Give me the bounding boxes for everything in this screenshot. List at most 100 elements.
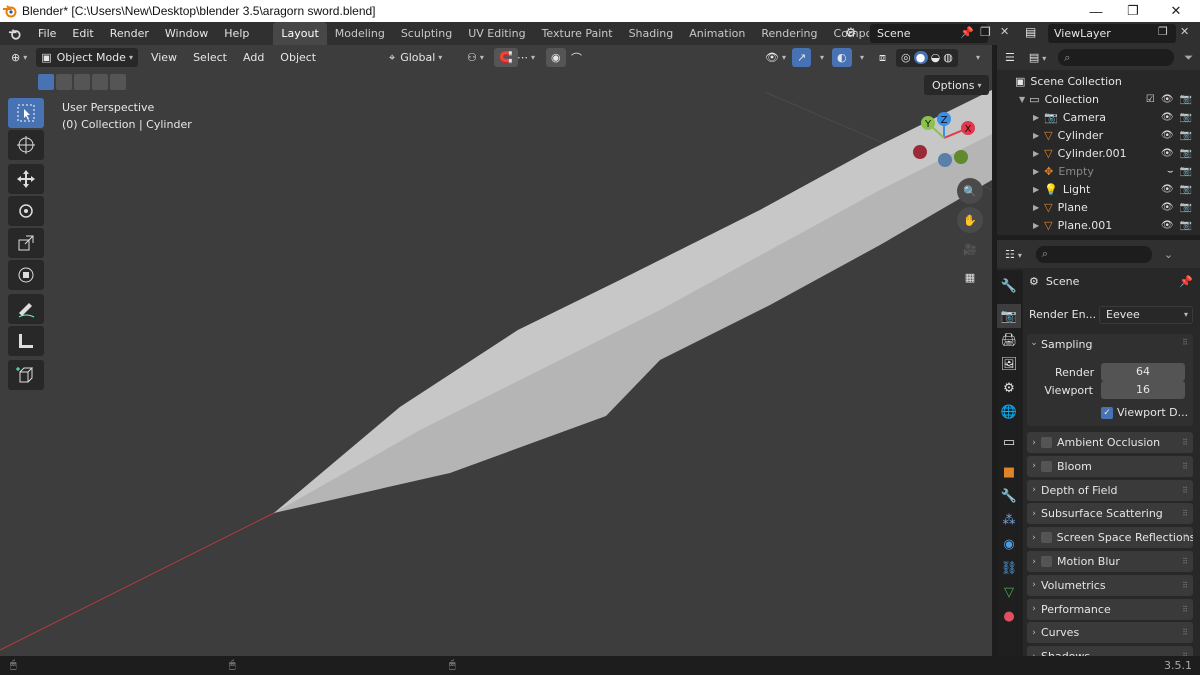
scene-icon[interactable]: ⚙ — [845, 26, 857, 41]
camera-render-icon[interactable]: 📷 — [1180, 148, 1192, 159]
world-tab-icon[interactable]: 🌐 — [997, 400, 1021, 424]
drag-handle-icon[interactable]: ⠿ — [1182, 557, 1188, 566]
eye-icon[interactable]: ⌣ — [1167, 166, 1174, 177]
view-layer-selector[interactable]: ViewLayer — [1048, 24, 1176, 43]
camera-render-icon[interactable]: 📷 — [1180, 202, 1192, 213]
menu-help[interactable]: Help — [216, 22, 257, 45]
expand-arrow-icon[interactable]: ▶ — [1033, 221, 1039, 230]
display-mode-icon[interactable]: ▤ ▾ — [1029, 51, 1046, 64]
menu-render[interactable]: Render — [102, 22, 157, 45]
camera-render-icon[interactable]: 📷 — [1180, 130, 1192, 141]
collapse-chevron-icon[interactable]: › — [1027, 438, 1041, 448]
drag-handle-icon[interactable]: ⠿ — [1182, 533, 1188, 542]
collection-row[interactable]: ▼ ▭ Collection ☑ 👁 📷 — [997, 90, 1200, 108]
tab-animation[interactable]: Animation — [681, 22, 753, 45]
editor-type-icon[interactable]: ⊕ ▾ — [6, 48, 32, 67]
eye-icon[interactable]: 👁 — [1161, 184, 1174, 195]
tab-uv-editing[interactable]: UV Editing — [460, 22, 533, 45]
camera-render-icon[interactable]: 📷 — [1180, 220, 1192, 231]
view-layer-icon[interactable]: ▤ — [1025, 25, 1036, 39]
options-dropdown[interactable]: Options ▾ — [924, 75, 990, 95]
menu-file[interactable]: File — [30, 22, 64, 45]
particles-tab-icon[interactable]: ⁂ — [997, 508, 1021, 532]
drag-handle-icon[interactable]: ⠿ — [1182, 581, 1188, 590]
collection-tab-icon[interactable]: ▭ — [997, 430, 1021, 454]
tab-rendering[interactable]: Rendering — [753, 22, 825, 45]
material-tab-icon[interactable]: ● — [997, 604, 1021, 628]
collapse-chevron-icon[interactable]: › — [1027, 557, 1041, 567]
outliner-item[interactable]: ▶ ▽ Plane 👁 📷 — [997, 198, 1200, 216]
select-invert-icon[interactable] — [92, 74, 108, 90]
drag-handle-icon[interactable]: ⠿ — [1182, 438, 1188, 447]
eye-icon[interactable]: 👁 — [1161, 202, 1174, 213]
render-panel-header[interactable]: › Depth of Field ⠿ — [1027, 479, 1193, 501]
expand-arrow-icon[interactable]: ▶ — [1033, 149, 1039, 158]
eye-icon[interactable]: 👁 — [1161, 130, 1174, 141]
exclude-checkbox-icon[interactable]: ☑ — [1146, 94, 1155, 105]
remove-scene-icon[interactable]: ✕ — [1000, 25, 1009, 38]
collapse-chevron-icon[interactable]: › — [1027, 509, 1041, 519]
select-extend-icon[interactable] — [56, 74, 72, 90]
overlays-toggle-icon[interactable]: ◐ — [832, 48, 852, 67]
object-menu[interactable]: Object — [275, 48, 321, 67]
select-menu[interactable]: Select — [188, 48, 232, 67]
drag-handle-icon[interactable]: ⠿ — [1182, 605, 1188, 614]
wireframe-shading-icon[interactable]: ◎ — [901, 51, 911, 64]
panel-enable-checkbox[interactable] — [1041, 460, 1052, 472]
view-layer-tab-icon[interactable]: 🖼 — [997, 352, 1021, 376]
select-new-icon[interactable] — [38, 74, 54, 90]
outliner-editor-icon[interactable]: ☰ — [1005, 51, 1015, 64]
transform-tool[interactable] — [8, 260, 44, 290]
panel-enable-checkbox[interactable] — [1040, 532, 1052, 544]
camera-render-icon[interactable]: 📷 — [1180, 112, 1192, 123]
collapse-chevron-icon[interactable]: › — [1027, 461, 1041, 471]
expand-arrow-icon[interactable]: ▶ — [1033, 203, 1039, 212]
tab-layout[interactable]: Layout — [273, 22, 327, 45]
eye-icon[interactable]: 👁 — [1161, 220, 1174, 231]
tab-shading[interactable]: Shading — [621, 22, 682, 45]
select-subtract-icon[interactable] — [74, 74, 90, 90]
constraints-tab-icon[interactable]: ⛓ — [997, 556, 1021, 580]
collapse-chevron-icon[interactable]: › — [1027, 533, 1041, 543]
proportional-editing-icon[interactable]: ◉ — [546, 48, 566, 67]
pivot-icon[interactable]: ⚇ ▾ — [462, 48, 489, 67]
add-menu[interactable]: Add — [238, 48, 269, 67]
expand-arrow-icon[interactable]: ▶ — [1033, 131, 1039, 140]
close-button[interactable]: ✕ — [1156, 0, 1196, 22]
viewport-denoise-checkbox[interactable]: ✓ Viewport D... — [1101, 406, 1188, 419]
annotate-tool[interactable] — [8, 294, 44, 324]
sampling-expand-chevron-icon[interactable]: ⌄ — [1027, 338, 1041, 348]
collapse-chevron-icon[interactable]: › — [1027, 604, 1041, 614]
camera-render-icon[interactable]: 📷 — [1180, 184, 1192, 195]
overlays-menu-icon[interactable]: ▾ — [852, 48, 869, 67]
menu-edit[interactable]: Edit — [64, 22, 101, 45]
data-tab-icon[interactable]: ▽ — [997, 580, 1021, 604]
filter-icon[interactable]: ⏷ — [1184, 51, 1193, 65]
render-engine-selector[interactable]: Eevee ▾ — [1099, 306, 1193, 324]
shading-menu-icon[interactable]: ▾ — [968, 48, 985, 67]
expand-chevron-icon[interactable]: ▼ — [1019, 95, 1025, 104]
eye-icon[interactable]: 👁 — [1161, 148, 1174, 159]
outliner-item[interactable]: ▶ 💡 Light 👁 📷 — [997, 180, 1200, 198]
cursor-tool[interactable] — [8, 130, 44, 160]
measure-tool[interactable] — [8, 326, 44, 356]
camera-render-icon[interactable]: 📷 — [1180, 166, 1192, 177]
render-panel-header[interactable]: › Volumetrics ⠿ — [1027, 574, 1193, 596]
drag-handle-icon[interactable]: ⠿ — [1182, 338, 1188, 347]
blender-menu-icon[interactable] — [0, 28, 30, 40]
rotate-tool[interactable] — [8, 196, 44, 226]
zoom-icon[interactable]: 🔍 — [957, 178, 983, 204]
properties-editor-icon[interactable]: ☷ ▾ — [1005, 248, 1022, 261]
panel-enable-checkbox[interactable] — [1041, 437, 1052, 448]
add-cube-tool[interactable] — [8, 360, 44, 390]
minimize-button[interactable]: — — [1076, 0, 1116, 22]
outliner-item[interactable]: ▶ ▽ Plane.001 👁 📷 — [997, 216, 1200, 234]
neg-y-axis-icon[interactable] — [954, 150, 968, 164]
render-samples-field[interactable]: 64 — [1101, 363, 1185, 381]
maximize-button[interactable]: ❐ — [1113, 0, 1153, 22]
render-panel-header[interactable]: › Screen Space Reflections ⠿ — [1027, 527, 1193, 549]
render-panel-header[interactable]: › Curves ⠿ — [1027, 622, 1193, 644]
render-panel-header[interactable]: › Bloom ⠿ — [1027, 455, 1193, 477]
falloff-icon[interactable]: ⌒ — [566, 48, 587, 67]
scene-tab-icon[interactable]: ⚙ — [997, 376, 1021, 400]
